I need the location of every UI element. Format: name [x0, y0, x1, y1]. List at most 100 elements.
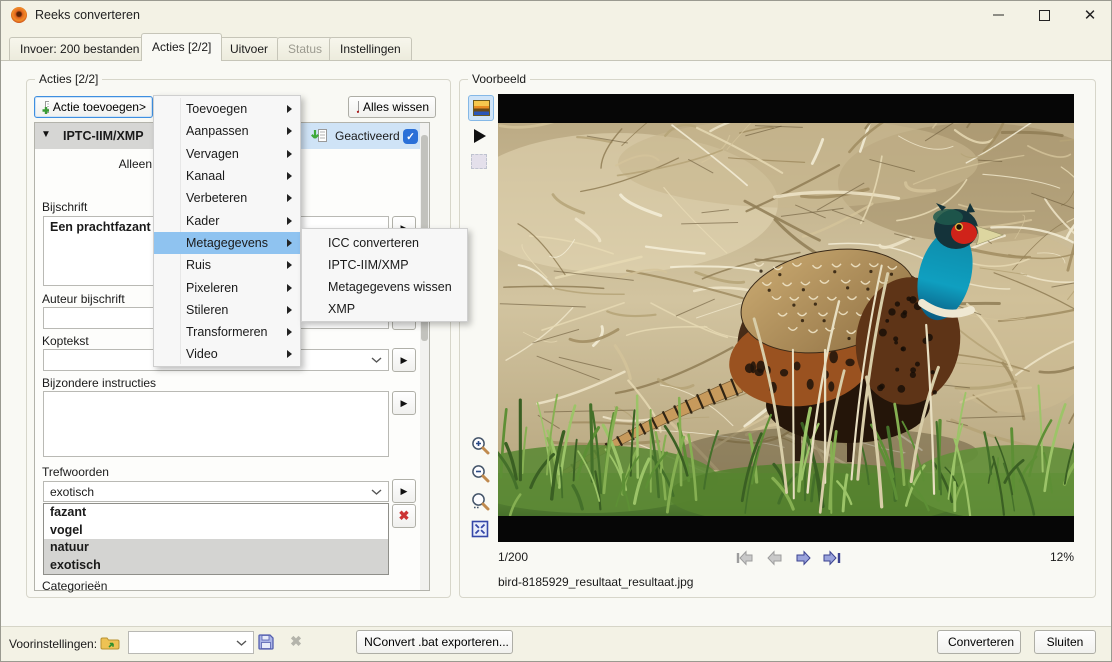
submenu-arrow-icon [287, 127, 292, 135]
submenu-arrow-icon [287, 261, 292, 269]
minimize-icon [993, 14, 1004, 16]
folder-icon [100, 635, 120, 651]
submenu-arrow-icon [287, 150, 292, 158]
menu-item-kanaal[interactable]: Kanaal [154, 165, 300, 187]
tab-bar: Invoer: 200 bestanden Acties [2/2] Uitvo… [1, 29, 1112, 61]
submenu-arrow-icon [287, 350, 292, 358]
open-preset-folder-button[interactable] [98, 632, 121, 653]
partial-option-label: Alleen [101, 157, 152, 171]
previous-image-button[interactable] [763, 549, 785, 567]
submenu-arrow-icon [287, 328, 292, 336]
preview-photo [498, 123, 1074, 516]
koptekst-label: Koptekst [42, 334, 89, 348]
preview-thumbnail-icon [473, 100, 490, 116]
menu-item-stileren[interactable]: Stileren [154, 299, 300, 321]
zoom-out-icon[interactable] [471, 464, 490, 483]
keyword-row-fazant[interactable]: fazant [44, 504, 388, 522]
enabled-checkbox[interactable]: ✓ [403, 129, 418, 144]
minimize-button[interactable] [975, 1, 1021, 29]
zoom-in-icon[interactable] [471, 436, 490, 455]
maximize-button[interactable] [1021, 1, 1067, 29]
fit-to-window-icon[interactable] [471, 520, 489, 538]
metadata-submenu: ICC converterenIPTC-IIM/XMPMetagegevens … [301, 228, 468, 322]
show-preview-button[interactable] [468, 95, 494, 121]
menu-item-aanpassen[interactable]: Aanpassen [154, 120, 300, 142]
menu-item-label: Transformeren [186, 325, 268, 339]
export-bat-button[interactable]: NConvert .bat exporteren... [356, 630, 513, 654]
menu-item-label: Ruis [186, 258, 211, 272]
submenu-item-icc-converteren[interactable]: ICC converteren [302, 232, 467, 254]
zoom-100-icon[interactable] [471, 492, 490, 511]
menu-item-label: Metagegevens [186, 236, 268, 250]
tab-status: Status [277, 37, 333, 61]
menu-item-pixeleren[interactable]: Pixeleren [154, 276, 300, 298]
chevron-down-icon [371, 357, 382, 363]
menu-item-label: Video [186, 347, 218, 361]
menu-item-label: Vervagen [186, 147, 239, 161]
save-preset-icon[interactable] [257, 633, 275, 654]
keyword-row-exotisch[interactable]: exotisch [44, 557, 388, 575]
maximize-icon [1039, 10, 1050, 21]
enabled-label: Geactiveerd [335, 123, 400, 149]
window-title: Reeks converteren [35, 1, 140, 29]
collapse-triangle-icon[interactable]: ▼ [41, 129, 51, 140]
instructies-textarea[interactable] [43, 391, 389, 457]
tab-uitvoer[interactable]: Uitvoer [219, 37, 279, 61]
clear-all-button[interactable]: Alles wissen [348, 96, 436, 118]
keyword-row-natuur[interactable]: natuur [44, 539, 388, 557]
preview-group-title: Voorbeeld [468, 72, 530, 86]
menu-item-ruis[interactable]: Ruis [154, 254, 300, 276]
convert-button[interactable]: Converteren [937, 630, 1021, 654]
preset-combobox[interactable] [128, 631, 254, 654]
close-icon: ✕ [1084, 6, 1097, 24]
menu-item-vervagen[interactable]: Vervagen [154, 143, 300, 165]
keywords-list: fazantvogelnatuurexotisch [43, 503, 389, 575]
app-window: Reeks converteren ✕ Invoer: 200 bestande… [0, 0, 1112, 662]
submenu-item-metagegevens-wissen[interactable]: Metagegevens wissen [302, 276, 467, 298]
instructies-label: Bijzondere instructies [42, 376, 156, 390]
chevron-down-icon [371, 489, 382, 495]
add-action-icon [41, 100, 49, 115]
menu-item-transformeren[interactable]: Transformeren [154, 321, 300, 343]
menu-item-video[interactable]: Video [154, 343, 300, 365]
sluiten-button[interactable]: Sluiten [1034, 630, 1096, 654]
trefwoorden-combobox[interactable]: exotisch [43, 481, 389, 502]
action-title: IPTC-IIM/XMP [63, 123, 144, 149]
keyword-row-vogel[interactable]: vogel [44, 522, 388, 540]
submenu-arrow-icon [287, 306, 292, 314]
categorieen-label: Categorieën [42, 579, 107, 593]
submenu-arrow-icon [287, 284, 292, 292]
clear-all-icon [355, 100, 359, 114]
menu-item-kader[interactable]: Kader [154, 209, 300, 231]
close-button[interactable]: ✕ [1067, 1, 1112, 29]
preview-filename: bird-8185929_resultaat_resultaat.jpg [498, 575, 693, 589]
menu-item-verbeteren[interactable]: Verbeteren [154, 187, 300, 209]
play-preview-icon[interactable] [474, 129, 486, 143]
menu-item-toevoegen[interactable]: Toevoegen [154, 98, 300, 120]
image-counter: 1/200 [498, 550, 528, 564]
tab-acties[interactable]: Acties [2/2] [141, 33, 222, 61]
add-action-menu: ToevoegenAanpassen Vervagen Kanaal Verbeter… [153, 95, 301, 367]
presets-label: Voorinstellingen: [9, 634, 97, 654]
next-image-button[interactable] [793, 549, 815, 567]
tab-instellingen[interactable]: Instellingen [329, 37, 412, 61]
instructies-insert-button[interactable]: ▶ [392, 391, 416, 415]
tab-invoer[interactable]: Invoer: 200 bestanden [9, 37, 150, 61]
compare-icon [471, 154, 487, 169]
menu-item-label: Kanaal [186, 169, 225, 183]
submenu-item-xmp[interactable]: XMP [302, 298, 467, 320]
apply-action-icon[interactable] [311, 128, 328, 147]
first-image-button[interactable] [734, 549, 756, 567]
last-image-button[interactable] [821, 549, 843, 567]
trefwoorden-insert-button[interactable]: ▶ [392, 479, 416, 503]
menu-item-metagegevens[interactable]: Metagegevens [154, 232, 300, 254]
trefwoorden-label: Trefwoorden [42, 465, 109, 479]
submenu-item-iptc-iim-xmp[interactable]: IPTC-IIM/XMP [302, 254, 467, 276]
delete-preset-icon: ✖ [287, 631, 305, 651]
submenu-arrow-icon [287, 105, 292, 113]
koptekst-insert-button[interactable]: ▶ [392, 348, 416, 372]
menu-item-label: Stileren [186, 303, 228, 317]
add-action-button[interactable]: Actie toevoegen> [34, 96, 153, 118]
delete-keyword-button[interactable]: ✖ [392, 504, 416, 528]
bijschrift-label: Bijschrift [42, 200, 87, 214]
